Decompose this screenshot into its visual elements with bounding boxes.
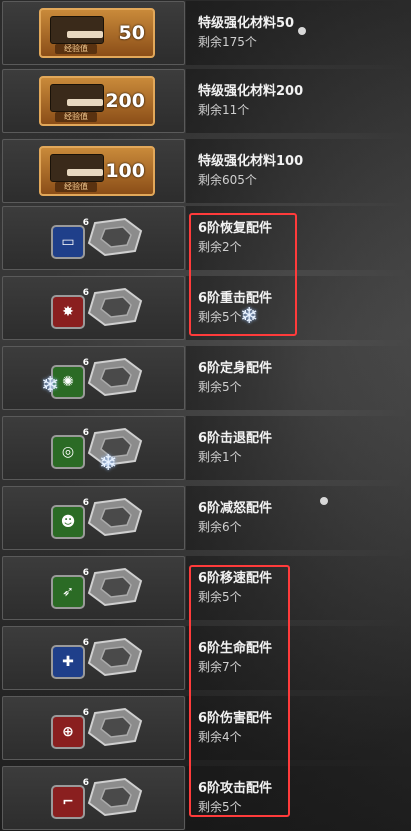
recover-icon: ▭ 6 — [51, 218, 89, 259]
item-slot: ✸ 6 — [2, 276, 185, 340]
snowflake-icon: ❄ — [99, 451, 118, 476]
item-remaining: 剩余6个 — [198, 520, 242, 534]
move-speed-icon: ➶ 6 — [51, 568, 89, 609]
item-slot: ✚ 6 — [2, 626, 185, 690]
gear-plate-icon — [87, 497, 143, 537]
item-remaining: 剩余1个 — [198, 450, 242, 464]
level-badge: 6 — [82, 638, 89, 648]
decor-dot — [320, 497, 328, 505]
gear-plate-icon — [87, 707, 143, 747]
crate-number: 100 — [105, 160, 145, 182]
material-crate-icon: 经验值 100 — [39, 146, 155, 196]
level-badge: 6 — [82, 498, 89, 508]
life-icon: ✚ 6 — [51, 638, 89, 679]
item-name: 特级强化材料100 — [198, 154, 304, 169]
crate-label: 经验值 — [55, 44, 97, 54]
gear-plate-icon — [87, 637, 143, 677]
item-slot: ⊕ 6 — [2, 696, 185, 760]
list-item[interactable]: 经验值 50 特级强化材料50 剩余175个 — [0, 0, 411, 66]
list-item[interactable]: 经验值 200 特级强化材料200 剩余11个 — [0, 68, 411, 134]
list-item[interactable]: ◎ 6 ❄ 6阶击退配件 剩余1个 — [0, 415, 411, 481]
material-crate-icon: 经验值 200 — [39, 76, 155, 126]
item-slot: 经验值 100 — [2, 139, 185, 203]
item-slot: ☻ 6 — [2, 486, 185, 550]
item-name: 6阶击退配件 — [198, 431, 273, 446]
material-crate-icon: 经验值 50 — [39, 8, 155, 58]
item-slot: 经验值 200 — [2, 69, 185, 133]
item-name: 特级强化材料200 — [198, 84, 304, 99]
crate-label: 经验值 — [55, 112, 97, 122]
snowflake-icon: ❄ — [41, 373, 60, 398]
heavy-strike-icon: ✸ 6 — [51, 288, 89, 329]
item-slot: ✺ 6 ❄ — [2, 346, 185, 410]
level-badge: 6 — [82, 288, 89, 298]
item-remaining: 剩余605个 — [198, 173, 257, 187]
highlight-box — [189, 565, 290, 817]
crate-number: 50 — [118, 22, 145, 44]
list-item[interactable]: ✺ 6 ❄ 6阶定身配件 剩余5个 — [0, 345, 411, 411]
list-item[interactable]: ☻ 6 6阶减怒配件 剩余6个 — [0, 485, 411, 551]
crate-label: 经验值 — [55, 182, 97, 192]
item-name: 6阶定身配件 — [198, 361, 273, 376]
item-slot: 经验值 50 — [2, 1, 185, 65]
item-slot: ➶ 6 — [2, 556, 185, 620]
item-name: 6阶减怒配件 — [198, 501, 273, 516]
damage-icon: ⊕ 6 — [51, 708, 89, 749]
gear-plate-icon — [87, 357, 143, 397]
decor-dot — [298, 27, 306, 35]
list-item[interactable]: 经验值 100 特级强化材料100 剩余605个 — [0, 138, 411, 204]
gear-plate-icon — [87, 567, 143, 607]
attack-icon: ⌐ 6 — [51, 778, 89, 819]
crate-number: 200 — [105, 90, 145, 112]
item-slot: ▭ 6 — [2, 206, 185, 270]
item-remaining: 剩余175个 — [198, 35, 257, 49]
knockback-icon: ◎ 6 — [51, 428, 89, 469]
level-badge: 6 — [82, 568, 89, 578]
item-name: 特级强化材料50 — [198, 16, 295, 31]
item-remaining: 剩余11个 — [198, 103, 250, 117]
item-remaining: 剩余5个 — [198, 380, 242, 394]
rage-reduce-icon: ☻ 6 — [51, 498, 89, 539]
item-slot: ⌐ 6 — [2, 766, 185, 830]
level-badge: 6 — [82, 778, 89, 788]
gear-plate-icon — [87, 287, 143, 327]
level-badge: 6 — [82, 218, 89, 228]
level-badge: 6 — [82, 708, 89, 718]
gear-plate-icon — [87, 217, 143, 257]
level-badge: 6 — [82, 358, 89, 368]
item-slot: ◎ 6 ❄ — [2, 416, 185, 480]
gear-plate-icon — [87, 777, 143, 817]
highlight-box — [189, 213, 297, 336]
level-badge: 6 — [82, 428, 89, 438]
